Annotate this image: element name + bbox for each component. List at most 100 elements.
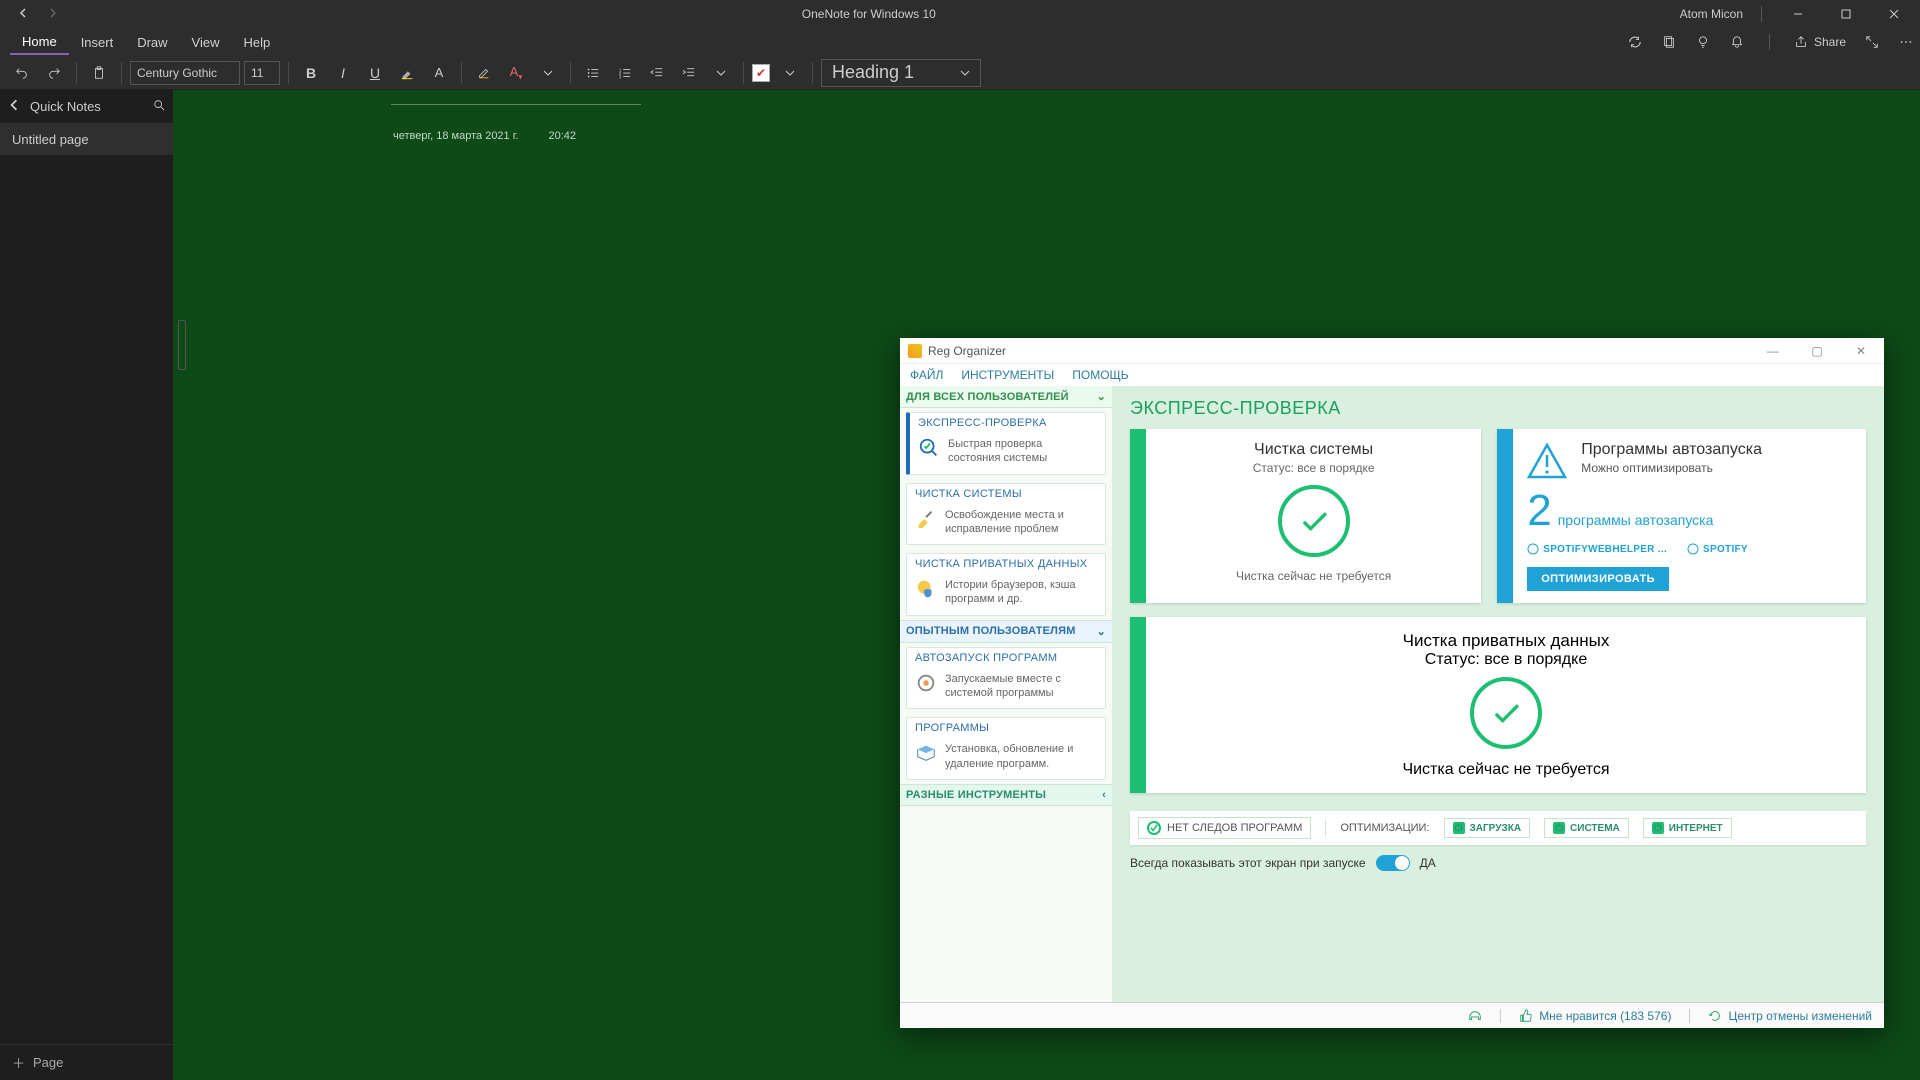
outdent-button[interactable] [643,59,671,87]
font-color-button[interactable]: A [425,59,453,87]
clipboard-button[interactable] [85,59,113,87]
todo-tag-button[interactable]: ✔ [752,64,770,82]
card1-foot: Чистка сейчас не требуется [1160,569,1467,583]
undo-center-link[interactable]: Центр отмены изменений [1708,1009,1872,1023]
separator [1689,1009,1690,1023]
ro-minimize-button[interactable]: — [1758,344,1788,358]
ro-logo-icon [908,344,922,358]
redo-button[interactable] [40,59,68,87]
no-traces-badge[interactable]: НЕТ СЛЕДОВ ПРОГРАММ [1138,817,1311,839]
card-stripe [1497,429,1513,603]
chip-internet[interactable]: ⏻ИНТЕРНЕТ [1643,818,1732,838]
pages-icon[interactable] [1661,34,1677,50]
styles-label: Heading 1 [832,62,914,83]
more-icon[interactable] [1898,34,1914,50]
card-private-clean[interactable]: Чистка приватных данных Статус: все в по… [1130,617,1866,793]
numbering-button[interactable]: 123 [611,59,639,87]
add-page-button[interactable]: ＋ Page [0,1044,173,1080]
ro-section-advanced-label: ОПЫТНЫМ ПОЛЬЗОВАТЕЛЯМ [906,625,1076,637]
like-link[interactable]: Мне нравится (183 576) [1519,1009,1671,1023]
page-list-item[interactable]: Untitled page [0,124,173,155]
ro-close-button[interactable]: ✕ [1846,344,1876,358]
card1-status: Статус: все в порядке [1160,461,1467,475]
support-link[interactable] [1468,1009,1482,1023]
sync-icon[interactable] [1627,34,1643,50]
sidebar: Quick Notes Untitled page ＋ Page [0,90,173,1080]
ro-section-all-users[interactable]: ДЛЯ ВСЕХ ПОЛЬЗОВАТЕЛЕЙ ⌄ [900,386,1112,408]
paragraph-more-button[interactable] [707,59,735,87]
nav-forward-icon[interactable] [48,7,58,21]
nav-back-icon[interactable] [18,7,28,21]
clear-formatting-button[interactable] [470,59,498,87]
optimize-button[interactable]: ОПТИМИЗИРОВАТЬ [1527,567,1669,591]
nav-programs[interactable]: ПРОГРАММЫ Установка, обновление и удален… [906,717,1106,780]
italic-button[interactable]: I [329,59,357,87]
nav-clean-desc: Освобождение места и исправление проблем [945,508,1097,537]
thumbs-up-icon [1519,1009,1533,1023]
card-system-clean[interactable]: Чистка системы Статус: все в порядке Чис… [1130,429,1481,603]
styles-select[interactable]: Heading 1 [821,59,981,87]
globe-shield-icon [915,578,937,600]
share-button[interactable]: Share [1794,35,1846,49]
search-icon[interactable] [153,99,165,114]
separator [743,62,744,84]
nav-autorun[interactable]: АВТОЗАПУСК ПРОГРАММ Запускаемые вместе с… [906,647,1106,710]
font-name-select[interactable]: Century Gothic [130,61,240,85]
bell-icon[interactable] [1729,34,1745,50]
ro-menu-file[interactable]: ФАЙЛ [910,368,943,382]
always-show-toggle[interactable] [1376,855,1410,871]
ro-statusbar: Мне нравится (183 576) Центр отмены изме… [900,1002,1884,1028]
minimize-button[interactable] [1780,0,1816,28]
tab-view[interactable]: View [180,31,232,54]
gear-power-icon [915,672,937,694]
power-icon: ⏻ [1652,822,1664,834]
app-title: OneNote for Windows 10 [58,7,1680,21]
no-traces-label: НЕТ СЛЕДОВ ПРОГРАММ [1167,822,1302,834]
tab-help[interactable]: Help [232,31,283,54]
ro-left-panel: ДЛЯ ВСЕХ ПОЛЬЗОВАТЕЛЕЙ ⌄ ЭКСПРЕСС-ПРОВЕР… [900,386,1112,1002]
undo-button[interactable] [8,59,36,87]
ro-section-misc[interactable]: РАЗНЫЕ ИНСТРУМЕНТЫ ‹ [900,784,1112,806]
indent-button[interactable] [675,59,703,87]
bullets-button[interactable] [579,59,607,87]
sidebar-back-icon[interactable] [8,99,20,114]
ro-titlebar[interactable]: Reg Organizer — ▢ ✕ [900,338,1884,364]
fullscreen-icon[interactable] [1864,34,1880,50]
section-title[interactable]: Quick Notes [30,99,143,114]
font-size-select[interactable]: 11 [244,61,280,85]
maximize-button[interactable] [1828,0,1864,28]
card-autostart[interactable]: Программы автозапуска Можно оптимизирова… [1497,429,1866,603]
highlight-button[interactable] [393,59,421,87]
tags-more-button[interactable] [776,59,804,87]
close-button[interactable] [1876,0,1912,28]
ro-section-advanced[interactable]: ОПЫТНЫМ ПОЛЬЗОВАТЕЛЯМ ⌄ [900,620,1112,643]
account-name[interactable]: Atom Micon [1680,7,1743,21]
broom-icon [915,508,937,530]
outline-handle[interactable] [178,320,186,370]
nav-system-clean[interactable]: ЧИСТКА СИСТЕМЫ Освобождение места и испр… [906,483,1106,546]
nav-express-check[interactable]: ЭКСПРЕСС-ПРОВЕРКА Быстрая проверка состо… [906,412,1106,475]
bold-button[interactable]: B [297,59,325,87]
nav-private-clean[interactable]: ЧИСТКА ПРИВАТНЫХ ДАННЫХ Истории браузеро… [906,553,1106,616]
check-circle-icon [1470,677,1542,749]
ro-menu-tools[interactable]: ИНСТРУМЕНТЫ [961,368,1054,382]
chip-system[interactable]: ⏻СИСТЕМА [1544,818,1629,838]
chevron-down-icon: ⌄ [1097,625,1106,638]
card-stripe [1130,617,1146,793]
tab-home[interactable]: Home [10,30,69,55]
more-font-button[interactable] [534,59,562,87]
ro-menu-help[interactable]: ПОМОЩЬ [1072,368,1128,382]
lightbulb-icon[interactable] [1695,34,1711,50]
tab-draw[interactable]: Draw [125,31,179,54]
format-painter-button[interactable]: A▾ [502,59,530,87]
power-icon: ⏻ [1553,822,1565,834]
tab-insert[interactable]: Insert [69,31,126,54]
ro-maximize-button[interactable]: ▢ [1802,344,1832,358]
add-page-label: Page [33,1055,63,1070]
chevron-down-icon [960,68,970,78]
card3-status: Статус: все в порядке [1160,651,1852,669]
nav-programs-desc: Установка, обновление и удаление програм… [945,742,1097,771]
chip-boot[interactable]: ⏻ЗАГРУЗКА [1444,818,1531,838]
underline-button[interactable]: U [361,59,389,87]
reg-organizer-window: Reg Organizer — ▢ ✕ ФАЙЛ ИНСТРУМЕНТЫ ПОМ… [900,338,1884,1028]
